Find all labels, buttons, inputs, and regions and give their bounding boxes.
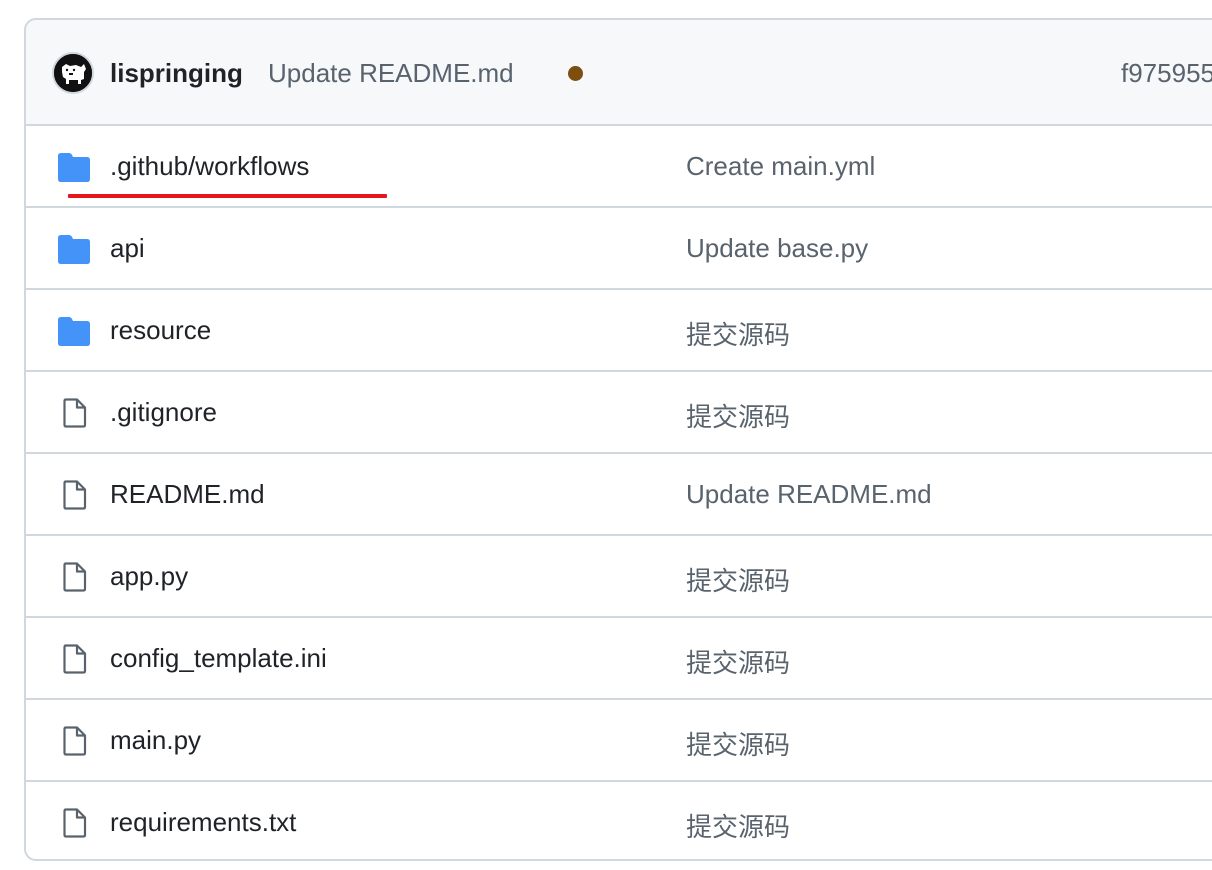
last-commit-message-link[interactable]: 提交源码 [686,315,790,352]
file-name-link[interactable]: requirements.txt [110,807,296,838]
last-commit-message-link[interactable]: 提交源码 [686,561,790,598]
last-commit-message-link[interactable]: Update README.md [686,479,932,510]
file-icon [58,726,90,756]
red-underline-annotation [68,194,387,198]
file-name-link[interactable]: main.py [110,725,201,756]
folder-icon [58,152,90,182]
file-icon [58,644,90,674]
dog-avatar-icon [54,54,92,92]
folder-icon [58,234,90,264]
commit-status-indicator[interactable] [568,66,583,81]
file-icon [58,562,90,592]
file-icon [58,808,90,838]
file-row[interactable]: README.md Update README.md [26,454,1212,536]
file-row[interactable]: resource 提交源码 [26,290,1212,372]
commit-message-link[interactable]: Update README.md [268,58,514,89]
folder-name-link[interactable]: api [110,233,145,264]
folder-icon [58,316,90,346]
file-row[interactable]: config_template.ini 提交源码 [26,618,1212,700]
last-commit-message-link[interactable]: 提交源码 [686,725,790,762]
file-name-link[interactable]: .gitignore [110,397,217,428]
file-name-link[interactable]: README.md [110,479,265,510]
file-list: .github/workflows Create main.yml api Upda… [26,126,1212,859]
repo-file-table: lispringing Update README.md f975955 .gi… [24,18,1212,861]
folder-name-link[interactable]: resource [110,315,211,346]
file-row[interactable]: .github/workflows Create main.yml [26,126,1212,208]
file-row[interactable]: main.py 提交源码 [26,700,1212,782]
commit-sha-link[interactable]: f975955 [1121,58,1212,89]
author-avatar[interactable] [52,52,94,94]
commit-author-link[interactable]: lispringing [110,58,243,89]
file-name-link[interactable]: config_template.ini [110,643,327,674]
file-row[interactable]: requirements.txt 提交源码 [26,782,1212,859]
file-icon [58,398,90,428]
file-name-link[interactable]: app.py [110,561,188,592]
last-commit-message-link[interactable]: 提交源码 [686,397,790,434]
last-commit-message-link[interactable]: Update base.py [686,233,868,264]
file-icon [58,480,90,510]
latest-commit-bar: lispringing Update README.md f975955 [26,20,1212,126]
folder-name-link[interactable]: .github/workflows [110,151,309,182]
last-commit-message-link[interactable]: 提交源码 [686,643,790,680]
last-commit-message-link[interactable]: 提交源码 [686,807,790,844]
last-commit-message-link[interactable]: Create main.yml [686,151,875,182]
file-row[interactable]: .gitignore 提交源码 [26,372,1212,454]
file-row[interactable]: app.py 提交源码 [26,536,1212,618]
file-row[interactable]: api Update base.py [26,208,1212,290]
